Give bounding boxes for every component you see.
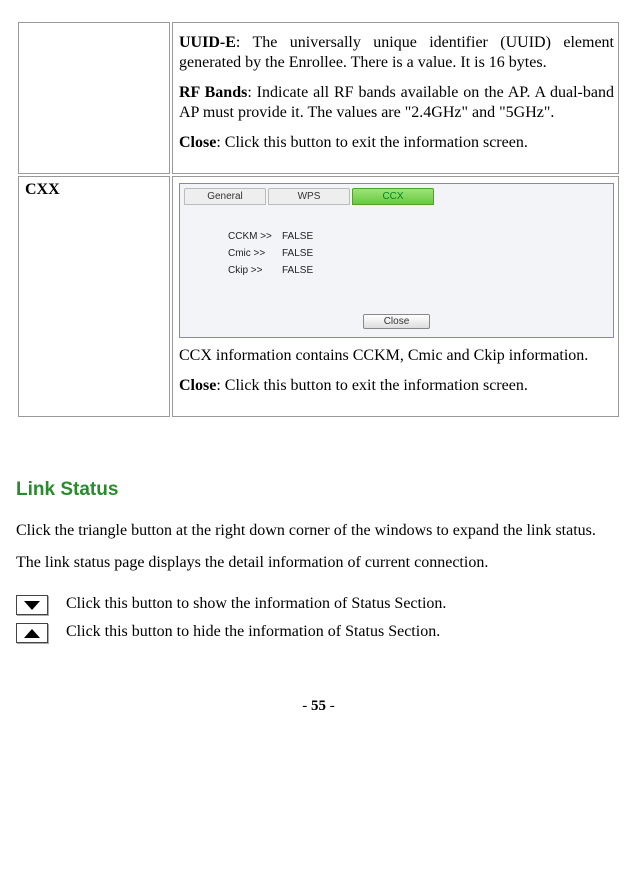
kv-ckip: Ckip >> FALSE — [228, 265, 605, 276]
ccx-close-button[interactable]: Close — [363, 314, 431, 329]
tab-ccx[interactable]: CCX — [352, 188, 434, 205]
close-paragraph-1: Close: Click this button to exit the inf… — [179, 133, 614, 153]
collapse-desc: Click this button to hide the informatio… — [66, 621, 440, 643]
collapse-button[interactable] — [16, 623, 48, 643]
ccx-screenshot: General WPS CCX CCKM >> FALSE Cmic >> FA… — [179, 183, 614, 338]
triangle-down-icon — [24, 601, 40, 610]
page-dash-right: - — [326, 698, 335, 714]
page-dash-left: - — [302, 698, 311, 714]
triangle-up-icon — [24, 629, 40, 638]
collapse-row: Click this button to hide the informatio… — [16, 621, 621, 643]
tab-general[interactable]: General — [184, 188, 266, 205]
row1-right-cell: UUID-E: The universally unique identifie… — [172, 22, 619, 174]
page-number: - 55 - — [16, 698, 621, 715]
close-label-1: Close — [179, 134, 216, 151]
cxx-label: CXX — [25, 181, 60, 198]
close-text-1: : Click this button to exit the informat… — [216, 134, 528, 151]
ccx-tabs: General WPS CCX — [184, 188, 609, 205]
kv-cmic: Cmic >> FALSE — [228, 248, 605, 259]
close-paragraph-2: Close: Click this button to exit the inf… — [179, 376, 614, 396]
rf-bands-label: RF Bands — [179, 84, 247, 101]
uuid-e-paragraph: UUID-E: The universally unique identifie… — [179, 33, 614, 73]
cmic-key: Cmic >> — [228, 248, 278, 259]
tab-wps[interactable]: WPS — [268, 188, 350, 205]
cckm-key: CCKM >> — [228, 231, 278, 242]
close-label-2: Close — [179, 377, 216, 394]
ckip-key: Ckip >> — [228, 265, 278, 276]
kv-cckm: CCKM >> FALSE — [228, 231, 605, 242]
cckm-val: FALSE — [282, 231, 313, 242]
expand-row: Click this button to show the informatio… — [16, 593, 621, 615]
rf-bands-paragraph: RF Bands: Indicate all RF bands availabl… — [179, 83, 614, 123]
ccx-body: CCKM >> FALSE Cmic >> FALSE Ckip >> FALS… — [184, 221, 609, 286]
link-status-body: Click the triangle button at the right d… — [16, 515, 621, 579]
expand-desc: Click this button to show the informatio… — [66, 593, 446, 615]
row2-left-cell: CXX — [18, 176, 170, 417]
row2-right-cell: General WPS CCX CCKM >> FALSE Cmic >> FA… — [172, 176, 619, 417]
ccx-close-row: Close — [184, 314, 609, 329]
cmic-val: FALSE — [282, 248, 313, 259]
ccx-info-paragraph: CCX information contains CCKM, Cmic and … — [179, 346, 614, 366]
definition-table: UUID-E: The universally unique identifie… — [16, 20, 621, 419]
ckip-val: FALSE — [282, 265, 313, 276]
link-status-heading: Link Status — [16, 479, 621, 501]
row1-left-cell — [18, 22, 170, 174]
page-num-value: 55 — [311, 698, 326, 714]
close-text-2: : Click this button to exit the informat… — [216, 377, 528, 394]
expand-button[interactable] — [16, 595, 48, 615]
uuid-e-text: : The universally unique identifier (UUI… — [179, 34, 614, 71]
uuid-e-label: UUID-E — [179, 34, 236, 51]
